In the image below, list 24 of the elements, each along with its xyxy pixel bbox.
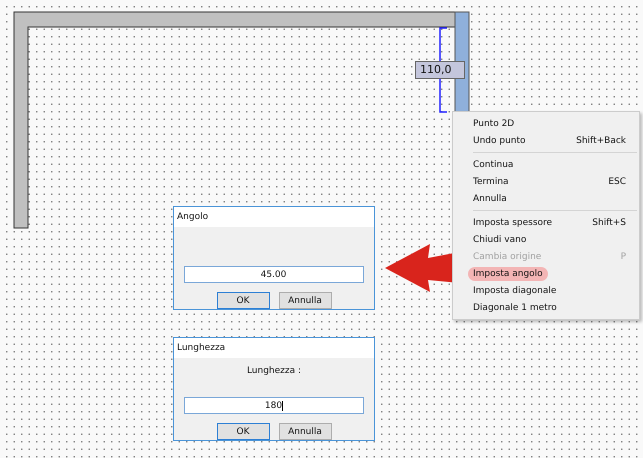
menu-item[interactable]: Undo punto (468, 134, 531, 148)
menu-item[interactable]: Annulla (468, 192, 512, 206)
menu-item[interactable]: Diagonale 1 metro (468, 300, 562, 314)
ok-button[interactable]: OK (216, 423, 270, 440)
menu-item[interactable]: Termina (468, 174, 514, 188)
cancel-button[interactable]: Annulla (278, 423, 332, 440)
menu-item[interactable]: Imposta spessore (468, 216, 558, 230)
shortcut-label: P (620, 252, 626, 262)
menu-item[interactable]: Chiudi vano (468, 232, 532, 246)
input-field[interactable]: 180 (184, 397, 364, 414)
menu-item[interactable]: Imposta diagonale (468, 284, 562, 298)
input-field[interactable]: 45.00 (184, 266, 364, 283)
dialog-title: Angolo (177, 212, 208, 222)
field-label: Lunghezza : (246, 366, 302, 376)
shortcut-label: ESC (608, 176, 626, 186)
dimension-label: 110,0 (415, 61, 465, 79)
dialog-title: Lunghezza (177, 343, 226, 353)
shortcut-label: Shift+S (592, 218, 626, 228)
ok-button[interactable]: OK (216, 292, 270, 309)
cancel-button[interactable]: Annulla (278, 292, 332, 309)
menu-item[interactable]: Imposta angolo (468, 266, 548, 280)
menu-item[interactable]: Continua (468, 158, 518, 172)
shortcut-label: Shift+Back (576, 136, 626, 146)
menu-item[interactable]: Punto 2D (468, 116, 520, 130)
